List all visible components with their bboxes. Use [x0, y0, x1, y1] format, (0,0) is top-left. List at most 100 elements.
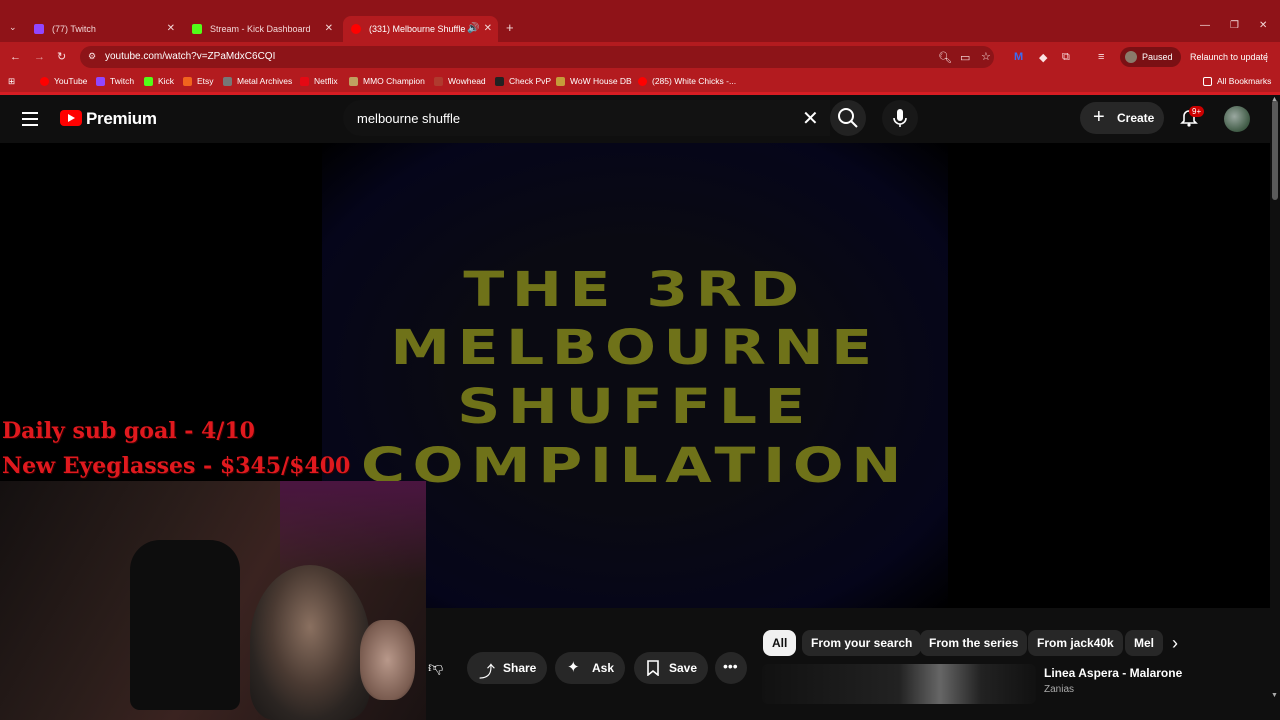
bookmark-etsy[interactable]: Etsy [183, 76, 214, 86]
new-tab-button[interactable]: + [506, 20, 514, 35]
bookmark-wowhead[interactable]: Wowhead [434, 76, 486, 86]
chip-mel[interactable]: Mel [1125, 630, 1163, 656]
profile-paused-button[interactable]: Paused [1120, 47, 1181, 67]
bookmark-metal-archives[interactable]: Metal Archives [223, 76, 292, 86]
tab-title: (331) Melbourne Shuffle Co [369, 24, 467, 34]
extension-m-icon[interactable]: M [1014, 51, 1023, 63]
menu-kebab-icon[interactable]: ⋮ [1261, 51, 1272, 64]
recommendation-thumbnail[interactable] [762, 664, 1036, 704]
reload-icon[interactable]: ↻ [57, 50, 66, 63]
url-text[interactable]: youtube.com/watch?v=ZPaMdxC6CQI [105, 51, 275, 62]
bookmark-kick[interactable]: Kick [144, 76, 174, 86]
all-bookmarks-folder[interactable]: All Bookmarks [1203, 76, 1271, 86]
bookmark-label: Twitch [110, 76, 135, 86]
close-tab-icon[interactable]: ✕ [167, 23, 175, 34]
bookmark-label: WoW House DB [570, 76, 632, 86]
chevron-right-icon[interactable]: › [1172, 633, 1178, 654]
save-label: Save [669, 661, 698, 675]
more-horizontal-icon: ••• [723, 658, 738, 674]
chip-from-jack40k[interactable]: From jack40k [1028, 630, 1123, 656]
bookmark-label: Wowhead [448, 76, 486, 86]
mmo-champion-icon [349, 76, 358, 86]
voice-search-button[interactable] [882, 100, 918, 136]
share-label: Share [503, 661, 537, 675]
notification-badge: 9+ [1189, 106, 1205, 117]
wow-house-db-icon [556, 76, 565, 86]
bookmark-label: Kick [158, 76, 175, 86]
bookmark-check-pvp[interactable]: Check PvP [495, 76, 551, 86]
close-window-icon[interactable]: ✕ [1259, 20, 1267, 31]
tab-twitch[interactable]: (77) Twitch ✕ [26, 16, 181, 42]
ask-button[interactable]: ✦ [555, 652, 625, 684]
extensions-puzzle-icon[interactable]: ⧉ [1062, 51, 1070, 64]
plus-icon: + [1093, 106, 1105, 128]
forward-icon[interactable]: → [34, 51, 45, 63]
recommendation-title[interactable]: Linea Aspera - Malarone [1044, 666, 1182, 680]
youtube-premium-logo[interactable]: Premium [86, 109, 157, 129]
more-actions-button[interactable]: ••• [715, 652, 747, 684]
tab-youtube-active[interactable]: (331) Melbourne Shuffle Co 🔊 ✕ [343, 16, 498, 42]
kick-icon [144, 76, 153, 86]
recommendation-channel[interactable]: Zanias [1044, 684, 1074, 695]
bookmark-netflix[interactable]: Netflix [300, 76, 338, 86]
scroll-down-icon[interactable]: ▼ [1271, 692, 1278, 699]
media-controls-icon[interactable]: ≡ [1098, 51, 1104, 63]
tab-search-chevron-icon[interactable]: ⌄ [9, 22, 17, 33]
bookmark-mmo-champion[interactable]: MMO Champion [349, 76, 425, 86]
tab-kick-dashboard[interactable]: Stream - Kick Dashboard ✕ [184, 16, 339, 42]
paused-label: Paused [1142, 52, 1173, 62]
restore-icon[interactable]: ❐ [1230, 20, 1239, 31]
bookmark-label: All Bookmarks [1217, 76, 1272, 86]
search-query-text[interactable]: melbourne shuffle [357, 111, 460, 126]
kick-favicon-icon [192, 24, 202, 34]
tab-title: (77) Twitch [52, 24, 96, 34]
chip-from-the-series[interactable]: From the series [920, 630, 1028, 656]
dislike-icon[interactable]: 👎︎ [428, 659, 443, 677]
bookmark-white-chicks[interactable]: (285) White Chicks -... [638, 76, 736, 86]
bookmark-icon [647, 660, 659, 676]
create-label: Create [1117, 111, 1155, 125]
youtube-logo-icon[interactable] [60, 110, 82, 126]
sub-goal-overlay: Daily sub goal - 4/10 [2, 418, 255, 444]
zoom-icon[interactable]: 🔍︎ [938, 51, 952, 64]
sparkle-icon: ✦ [567, 659, 580, 676]
cast-icon[interactable]: ▭ [960, 51, 970, 64]
account-avatar[interactable] [1224, 106, 1250, 132]
share-icon: ⤴ [479, 664, 496, 681]
search-button[interactable] [830, 100, 866, 136]
ask-label: Ask [592, 661, 615, 675]
scroll-up-icon[interactable]: ▲ [1271, 96, 1278, 103]
speaker-icon[interactable]: 🔊 [467, 23, 479, 34]
folder-icon [1203, 76, 1212, 86]
minimize-icon[interactable]: — [1200, 20, 1210, 31]
close-tab-icon[interactable]: ✕ [325, 23, 333, 34]
search-icon [838, 108, 858, 128]
back-icon[interactable]: ← [10, 51, 21, 63]
profile-avatar-icon [1125, 51, 1137, 63]
clear-search-icon[interactable]: ✕ [802, 106, 819, 131]
check-pvp-icon [495, 76, 504, 86]
hamburger-menu-icon[interactable] [22, 112, 38, 126]
site-info-icon[interactable]: ⚙ [88, 51, 96, 62]
extension-diamond-icon[interactable]: ◆ [1039, 51, 1047, 64]
video-title-line-2: MELBOURNE [390, 320, 880, 376]
bookmark-label: Metal Archives [237, 76, 293, 86]
bookmark-wow-house-db[interactable]: WoW House DB [556, 76, 632, 86]
bookmark-label: MMO Champion [363, 76, 425, 86]
bookmark-label: YouTube [54, 76, 88, 86]
bookmark-youtube[interactable]: YouTube [40, 76, 87, 86]
close-tab-icon[interactable]: ✕ [484, 23, 492, 34]
chip-from-your-search[interactable]: From your search [802, 630, 922, 656]
chip-all[interactable]: All [763, 630, 797, 656]
netflix-icon [300, 76, 309, 86]
scrollbar-thumb[interactable] [1272, 100, 1278, 200]
video-title-line-1: THE 3RD [463, 262, 807, 318]
tab-title: Stream - Kick Dashboard [210, 24, 311, 34]
wowhead-icon [434, 76, 443, 86]
eyeglasses-goal-overlay: New Eyeglasses - $345/$400 [2, 453, 351, 479]
bookmark-twitch[interactable]: Twitch [96, 76, 134, 86]
webcam-hand [360, 620, 415, 700]
metal-archives-icon [223, 76, 232, 86]
bookmark-star-icon[interactable]: ☆ [981, 50, 991, 63]
apps-grid-icon[interactable]: ⊞ [8, 76, 15, 87]
